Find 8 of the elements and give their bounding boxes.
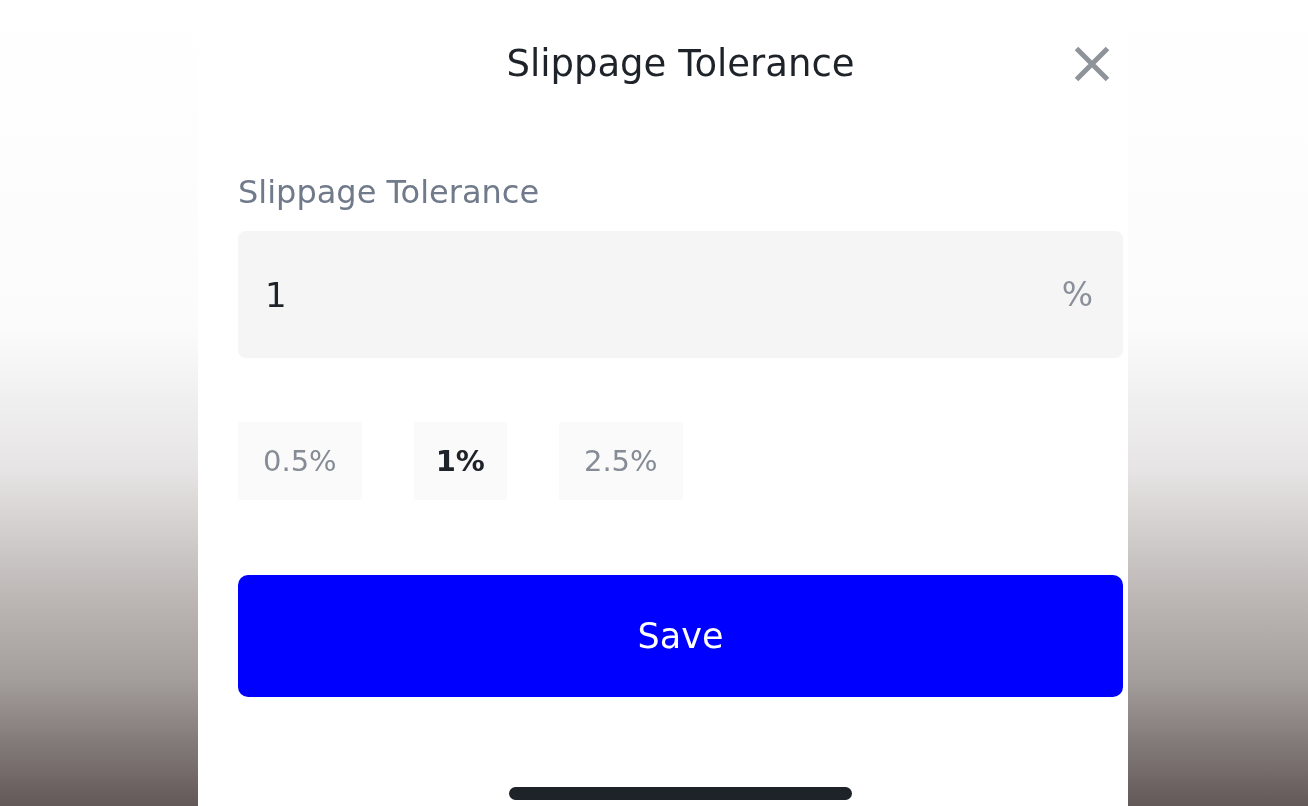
field-label: Slippage Tolerance bbox=[238, 173, 540, 211]
close-icon[interactable] bbox=[1074, 46, 1110, 82]
slippage-input-field[interactable]: 1 % bbox=[238, 231, 1123, 358]
save-button[interactable]: Save bbox=[238, 575, 1123, 697]
preset-option[interactable]: 1% bbox=[413, 422, 507, 500]
percent-suffix: % bbox=[1061, 275, 1093, 314]
dialog-title: Slippage Tolerance bbox=[506, 42, 855, 86]
field-value: 1 bbox=[265, 273, 287, 316]
